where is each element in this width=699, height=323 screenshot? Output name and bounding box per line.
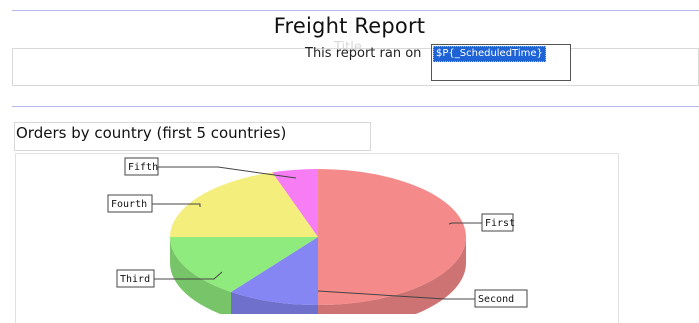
slice-label-first: First bbox=[485, 218, 515, 229]
slice-label-third: Third bbox=[120, 274, 150, 285]
slice-label-fourth: Fourth bbox=[111, 199, 147, 210]
pie-chart: First Second Third Fourth Fifth bbox=[107, 157, 528, 314]
slice-label-second: Second bbox=[478, 294, 514, 305]
slice-label-fifth: Fifth bbox=[128, 162, 158, 173]
